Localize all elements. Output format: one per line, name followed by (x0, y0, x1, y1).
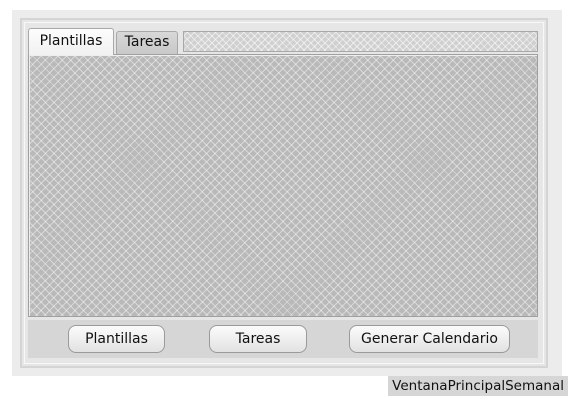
main-window: Plantillas Tareas Plantillas Tareas Gene… (12, 10, 562, 376)
window-name-label: VentanaPrincipalSemanal (388, 376, 568, 396)
tab-plantillas[interactable]: Plantillas (28, 28, 114, 55)
tareas-button[interactable]: Tareas (209, 325, 307, 353)
screen: Plantillas Tareas Plantillas Tareas Gene… (0, 0, 570, 396)
generar-calendario-button[interactable]: Generar Calendario (349, 325, 510, 353)
tab-content-area (28, 54, 538, 317)
content-area-edge (29, 55, 537, 316)
tab-bar-empty-area (183, 31, 538, 52)
button-bar: Plantillas Tareas Generar Calendario (28, 320, 538, 358)
tab-tareas[interactable]: Tareas (116, 31, 178, 54)
tab-widget-frame: Plantillas Tareas Plantillas Tareas Gene… (20, 18, 548, 368)
tab-bar: Plantillas Tareas (28, 28, 538, 55)
plantillas-button[interactable]: Plantillas (68, 325, 165, 353)
